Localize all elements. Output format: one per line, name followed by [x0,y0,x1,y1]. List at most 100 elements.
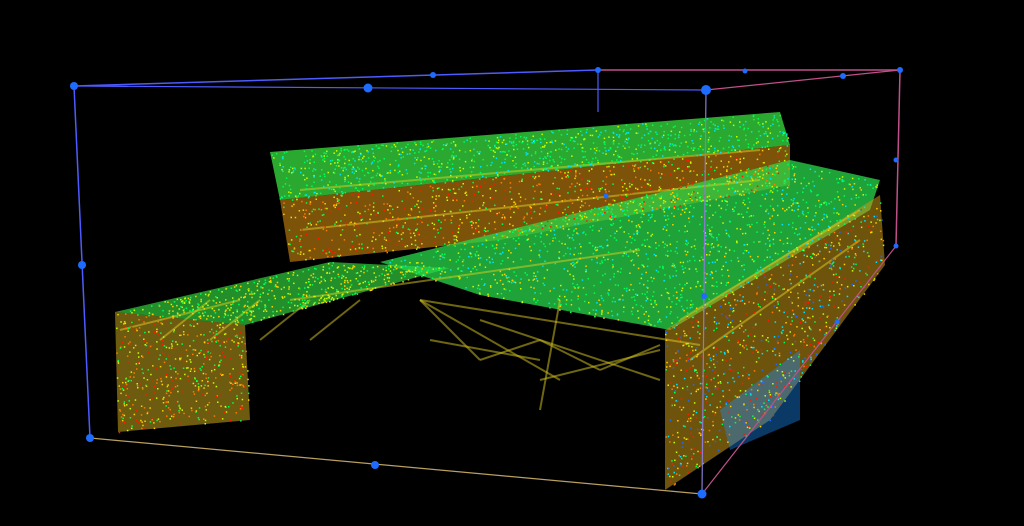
point-sample [809,344,811,346]
point-sample [579,214,581,217]
point-sample [691,326,694,328]
point-sample [288,191,290,193]
point-sample [165,358,168,360]
point-sample [694,196,697,199]
point-sample [690,128,692,131]
point-sample [116,352,118,354]
bbox-handle-corner[interactable] [897,67,903,73]
point-sample [300,251,302,253]
point-sample [669,365,671,368]
point-sample [720,351,722,353]
point-sample [736,299,739,302]
bbox-handle-edge[interactable] [78,261,86,269]
bbox-handle-edge[interactable] [834,319,840,325]
point-sample [578,307,580,309]
point-sample [716,239,718,241]
bbox-handle-corner[interactable] [595,67,601,73]
bbox-handle-center[interactable] [701,293,707,299]
point-sample [469,149,472,152]
point-sample [720,160,722,162]
bbox-handle-corner[interactable] [893,243,899,249]
point-sample [620,201,623,204]
point-sample [670,480,672,483]
point-sample [390,283,392,285]
point-sample [662,241,664,243]
point-sample [712,214,714,216]
point-sample [327,184,329,186]
point-sample [389,170,392,172]
point-sample [540,147,542,149]
point-sample [665,229,668,231]
point-sample [153,422,155,424]
point-sample [349,185,352,187]
point-sample [498,211,500,214]
point-sample [781,371,784,373]
point-sample [506,236,508,238]
point-sample [671,192,674,194]
bbox-handle-corner[interactable] [701,85,711,95]
bbox-handle-corner[interactable] [70,82,78,90]
point-sample [384,274,386,277]
bbox-handle-edge[interactable] [363,83,373,93]
point-sample [680,397,683,400]
bbox-handle-edge[interactable] [742,68,748,74]
point-sample [196,323,199,325]
point-sample [707,151,709,153]
point-sample [747,207,749,209]
point-sample [409,153,411,155]
bbox-handle-corner[interactable] [86,434,94,442]
point-sample [228,406,230,408]
point-sample [241,310,244,313]
point-sample [539,236,542,238]
point-sample [775,167,777,169]
point-sample [674,125,676,127]
point-sample [544,156,546,158]
point-sample [655,154,658,156]
point-sample [811,257,813,259]
point-sample [434,203,437,206]
point-sample [534,152,537,155]
point-sample [663,200,665,202]
point-sample [651,124,654,126]
point-cloud-scene[interactable] [0,0,1024,526]
point-sample [306,226,308,228]
point-sample [133,413,136,416]
point-sample [156,328,158,331]
point-sample [151,313,154,316]
bbox-handle-edge[interactable] [840,73,846,79]
point-sample [676,252,679,254]
point-sample [462,183,464,185]
point-sample [777,205,779,207]
point-sample [723,199,726,202]
point-sample [534,190,536,193]
point-sample [251,293,253,295]
point-sample [764,221,766,223]
point-sample [807,207,809,209]
point-sample [482,204,484,207]
point-sample [344,214,346,216]
point-cloud-viewport[interactable] [0,0,1024,526]
bbox-handle-edge[interactable] [893,157,899,163]
point-sample [353,151,355,153]
point-sample [405,146,407,148]
bbox-handle-edge[interactable] [371,461,379,469]
point-sample [240,367,243,370]
point-sample [839,231,841,234]
point-sample [753,370,756,372]
point-sample [488,256,491,259]
point-sample [862,245,865,248]
point-sample [598,299,600,301]
point-sample [402,274,404,276]
point-sample [312,273,315,275]
bbox-handle-center[interactable] [603,193,609,199]
point-sample [732,310,735,312]
point-sample [726,204,729,206]
point-sample [700,135,702,137]
bbox-handle-corner[interactable] [697,489,707,499]
point-sample [488,140,490,142]
point-sample [705,235,707,237]
point-sample [504,198,507,200]
point-sample [407,279,410,281]
point-sample [841,176,844,178]
bbox-handle-edge[interactable] [430,72,436,78]
